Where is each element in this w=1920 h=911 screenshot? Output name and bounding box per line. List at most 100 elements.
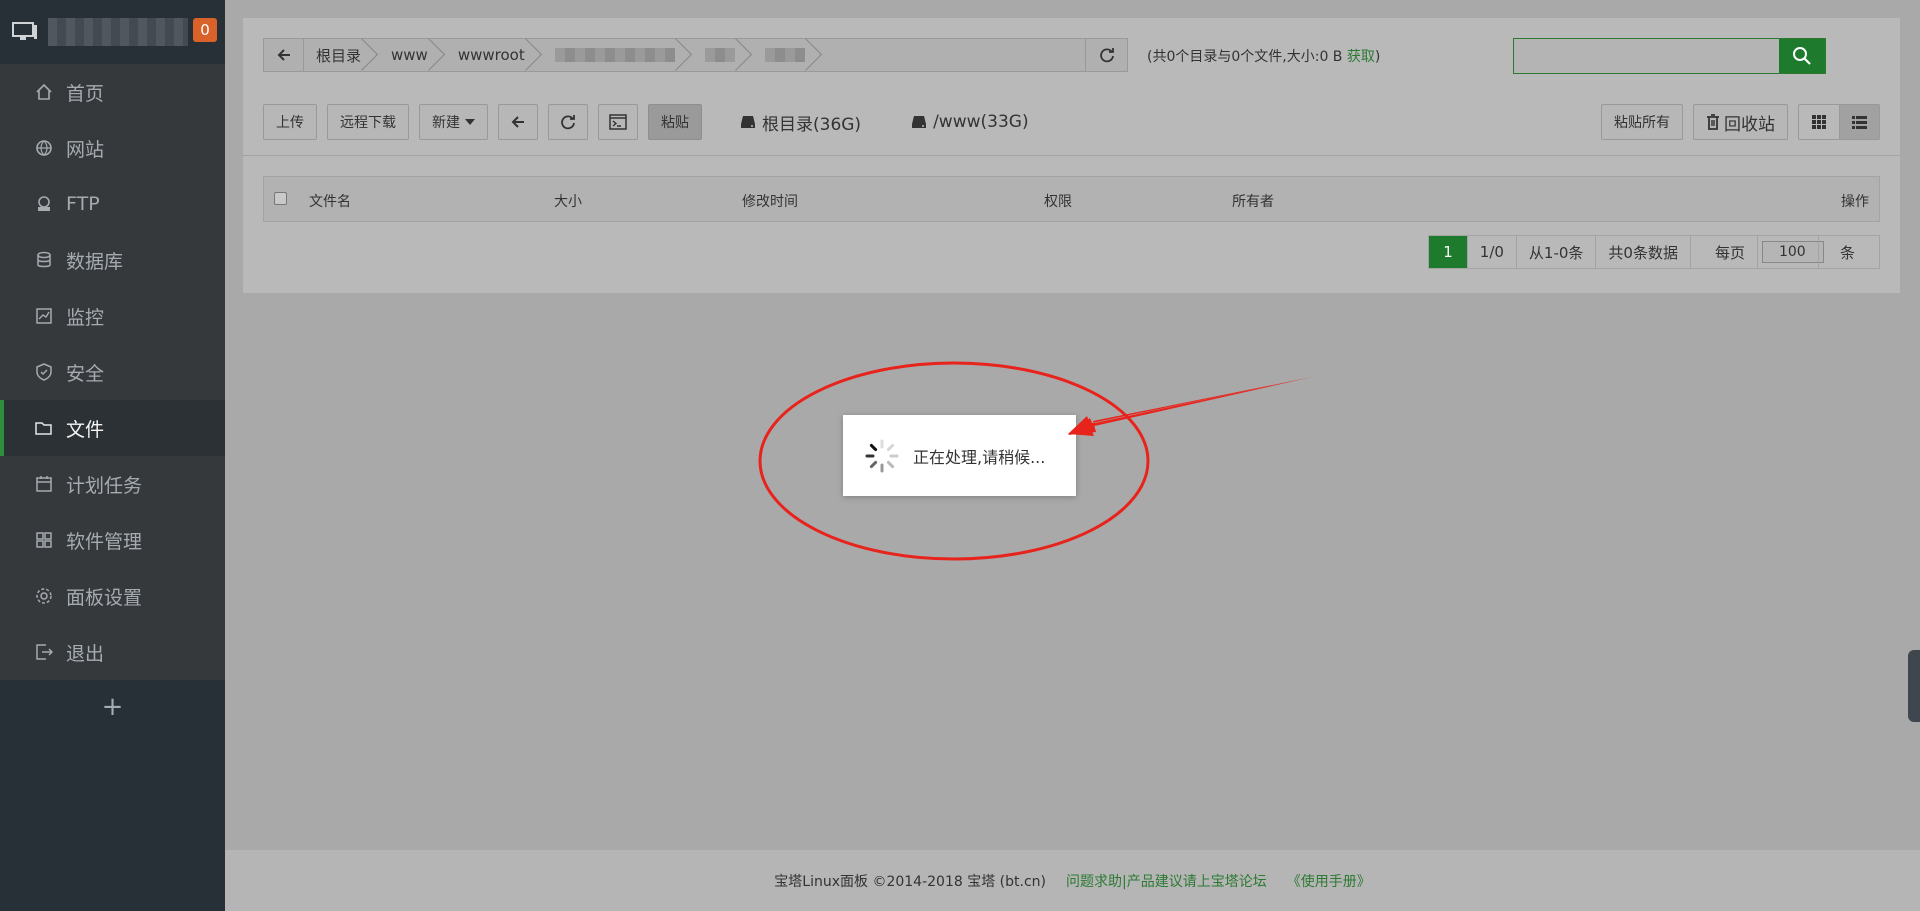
per-page-value: 100 [1767, 236, 1819, 268]
apps-icon [34, 530, 54, 550]
sidebar-item-label: 面板设置 [66, 586, 143, 609]
sidebar-item-label: 软件管理 [66, 530, 143, 553]
sidebar-item-monitor[interactable]: 监控 [0, 288, 225, 344]
sidebar-item-security[interactable]: 安全 [0, 344, 225, 400]
sidebar-item-home[interactable]: 首页 [0, 64, 225, 120]
select-all-checkbox[interactable] [274, 192, 287, 205]
loading-dialog: 正在处理,请稍候... [843, 415, 1076, 496]
breadcrumb-root[interactable]: 根目录 [304, 39, 379, 71]
paste-button[interactable]: 粘贴 [648, 104, 702, 140]
refresh-button[interactable] [548, 104, 588, 140]
disk-root-button[interactable]: 根目录(36G) [740, 110, 861, 135]
sidebar-item-label: 退出 [66, 642, 105, 665]
grid-view-button[interactable] [1799, 105, 1839, 139]
terminal-button[interactable] [598, 104, 638, 140]
upload-button[interactable]: 上传 [263, 104, 317, 140]
sidebar: 0 首页 网站 FTP 数据库 监控 安全 文件 计划任务 软件管理 面板设置 … [0, 0, 225, 911]
new-dropdown-button[interactable]: 新建 [419, 104, 488, 140]
path-refresh-button[interactable] [1085, 39, 1127, 71]
add-button[interactable]: + [0, 680, 225, 734]
breadcrumb-blurred-2[interactable] [693, 39, 753, 71]
per-page: 每页 100 条 [1691, 236, 1879, 268]
file-manager-panel: 根目录 www wwwroot (共0个目录与0个文件,大小:0 B 获取) 上… [243, 18, 1900, 293]
forum-link[interactable]: 问题求助|产品建议请上宝塔论坛 [1066, 871, 1267, 891]
sidebar-item-label: FTP [66, 193, 100, 215]
view-toggle [1798, 104, 1880, 140]
sidebar-nav: 首页 网站 FTP 数据库 监控 安全 文件 计划任务 软件管理 面板设置 退出 [0, 64, 225, 680]
sidebar-item-logout[interactable]: 退出 [0, 624, 225, 680]
summary-text: (共0个目录与0个文件,大小:0 B [1147, 49, 1347, 65]
notification-badge[interactable]: 0 [193, 18, 217, 42]
sidebar-item-label: 网站 [66, 138, 105, 161]
sidebar-item-label: 文件 [66, 418, 105, 441]
manual-link[interactable]: 《使用手册》 [1287, 871, 1371, 891]
copyright-text: 宝塔Linux面板 ©2014-2018 宝塔 (bt.cn) [774, 873, 1046, 890]
database-icon [34, 250, 54, 270]
hard-drive-icon [912, 116, 927, 128]
file-table-header: 文件名 大小 修改时间 权限 所有者 操作 [263, 176, 1880, 222]
column-permission: 权限 [1044, 194, 1072, 210]
per-page-label: 每页 [1703, 236, 1758, 268]
ftp-icon [34, 194, 54, 214]
column-modified[interactable]: 修改时间 [742, 191, 798, 211]
list-view-button[interactable] [1839, 105, 1879, 139]
per-page-select[interactable]: 100 [1761, 236, 1824, 268]
path-back-button[interactable] [264, 39, 304, 71]
sidebar-item-settings[interactable]: 面板设置 [0, 568, 225, 624]
spinner-icon [865, 439, 899, 472]
sidebar-item-cron[interactable]: 计划任务 [0, 456, 225, 512]
summary-suffix: ) [1374, 49, 1381, 65]
shield-icon [34, 362, 54, 382]
column-owner: 所有者 [1232, 194, 1274, 210]
total-count: 共0条数据 [1596, 236, 1691, 268]
grid-icon [1812, 115, 1826, 129]
footer: 宝塔Linux面板 ©2014-2018 宝塔 (bt.cn) 问题求助|产品建… [225, 850, 1920, 911]
loading-text: 正在处理,请稍候... [913, 447, 1046, 467]
breadcrumb-blurred-1[interactable] [543, 39, 693, 71]
side-widget-handle[interactable] [1908, 650, 1920, 722]
remote-download-button[interactable]: 远程下载 [327, 104, 409, 140]
sidebar-item-label: 首页 [66, 82, 105, 105]
blurred-text [554, 48, 675, 62]
sidebar-item-label: 监控 [66, 306, 105, 329]
home-icon [34, 82, 54, 102]
arrow-left-icon [511, 116, 524, 128]
sidebar-item-software[interactable]: 软件管理 [0, 512, 225, 568]
refresh-icon [561, 115, 575, 130]
annotation-arrow-shaft [1068, 377, 1312, 436]
page-count: 1/0 [1468, 236, 1517, 268]
page-current[interactable]: 1 [1429, 236, 1468, 268]
breadcrumb-wwwroot[interactable]: wwwroot [446, 39, 543, 71]
fetch-size-link[interactable]: 获取 [1347, 49, 1375, 65]
back-button[interactable] [498, 104, 538, 140]
disk-www-button[interactable]: /www(33G) [911, 112, 1029, 132]
logout-icon [34, 642, 54, 662]
search-input[interactable] [1513, 38, 1826, 74]
annotation-arrow [1068, 377, 1312, 435]
column-size[interactable]: 大小 [554, 191, 582, 211]
divider [243, 155, 1900, 156]
monitor-icon [34, 306, 54, 326]
arrow-left-icon [277, 49, 290, 61]
search-button[interactable] [1779, 39, 1825, 73]
monitor-icon [12, 22, 37, 40]
gear-icon [34, 586, 54, 606]
column-actions: 操作 [1841, 194, 1869, 210]
page-range: 从1-0条 [1517, 236, 1597, 268]
recycle-label: 回收站 [1724, 114, 1775, 135]
breadcrumb-blurred-3[interactable] [753, 39, 823, 71]
sidebar-item-ftp[interactable]: FTP [0, 176, 225, 232]
trash-icon [1707, 114, 1719, 130]
disk-root-label: 根目录(36G) [762, 114, 862, 135]
list-icon [1852, 115, 1867, 129]
sidebar-item-files[interactable]: 文件 [0, 400, 225, 456]
sidebar-item-database[interactable]: 数据库 [0, 232, 225, 288]
column-filename[interactable]: 文件名 [309, 191, 351, 211]
sidebar-item-website[interactable]: 网站 [0, 120, 225, 176]
server-name-blurred [48, 18, 188, 46]
new-label: 新建 [432, 115, 460, 131]
recycle-bin-button[interactable]: 回收站 [1693, 104, 1788, 140]
paste-all-button[interactable]: 粘贴所有 [1601, 104, 1683, 140]
search-icon [1793, 47, 1811, 65]
breadcrumb-www[interactable]: www [379, 39, 446, 71]
